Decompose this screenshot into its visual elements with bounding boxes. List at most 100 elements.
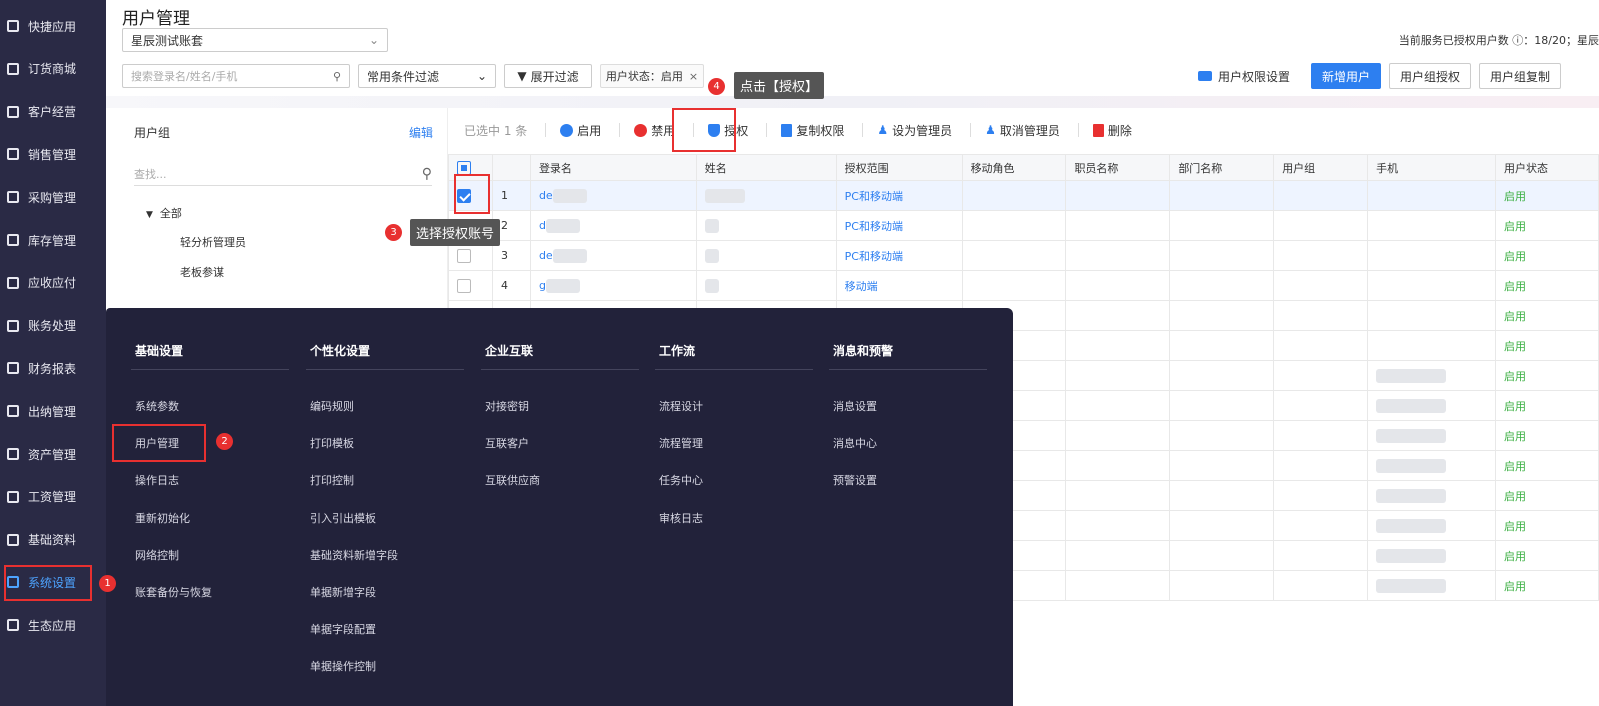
login-name[interactable]: de	[539, 249, 553, 262]
menu-item[interactable]: 互联供应商	[485, 472, 540, 488]
account-value: 星辰测试账套	[131, 33, 204, 48]
menu-item[interactable]: 重新初始化	[135, 510, 190, 526]
login-name-cell[interactable]: d	[529, 210, 697, 241]
row-checkbox[interactable]	[457, 278, 471, 293]
cancel-admin-button[interactable]: ♟ 取消管理员	[985, 122, 1060, 139]
menu-item[interactable]: 引入引出模板	[310, 510, 376, 526]
menu-item[interactable]: 流程管理	[659, 435, 703, 451]
menu-item[interactable]: 账套备份与恢复	[135, 584, 212, 600]
menu-item[interactable]: 任务中心	[659, 472, 703, 488]
menu-item[interactable]: 打印控制	[310, 472, 354, 488]
tree-node-all[interactable]: ▼ 全部	[146, 205, 182, 221]
sidebar-item[interactable]: 订货商城	[0, 49, 106, 89]
sidebar-item[interactable]: 基础资料	[0, 520, 106, 560]
column-header-name[interactable]: 姓名	[695, 154, 837, 181]
menu-item[interactable]: 预警设置	[833, 472, 877, 488]
menu-item[interactable]: 单据新增字段	[310, 584, 376, 600]
menu-item[interactable]: 流程设计	[659, 398, 703, 414]
table-row[interactable]: 3 de PC和移动端 启用	[448, 240, 1599, 271]
group-search-input[interactable]: 查找... ⚲	[134, 162, 432, 186]
menu-item[interactable]: 对接密钥	[485, 398, 529, 414]
login-name-cell[interactable]: g	[529, 270, 697, 301]
redacted-phone	[1376, 518, 1447, 533]
column-header-mobile-role[interactable]: 移动角色	[961, 154, 1067, 181]
document-icon	[781, 123, 793, 137]
user-plus-icon: ♟	[877, 123, 889, 137]
sidebar-item[interactable]: 账务处理	[0, 306, 106, 346]
disable-button[interactable]: 禁用	[634, 122, 675, 139]
phone-cell	[1367, 210, 1496, 241]
login-name-cell[interactable]: de	[529, 240, 697, 271]
menu-item[interactable]: 消息中心	[833, 435, 877, 451]
sidebar-item[interactable]: 快捷应用	[0, 6, 106, 46]
user-permission-settings-button[interactable]: 用户权限设置	[1198, 63, 1290, 89]
menu-item[interactable]: 消息设置	[833, 398, 877, 414]
group-copy-button[interactable]: 用户组复制	[1479, 63, 1561, 89]
login-name-cell[interactable]: de	[529, 180, 697, 211]
auth-scope-cell[interactable]: PC和移动端	[835, 210, 963, 241]
search-input[interactable]: 搜索登录名/姓名/手机 ⚲	[122, 64, 350, 88]
menu-item[interactable]: 操作日志	[135, 472, 179, 488]
divider	[481, 369, 639, 370]
status-filter-tag[interactable]: 用户状态：启用 ×	[600, 64, 704, 88]
close-icon[interactable]: ×	[689, 70, 698, 83]
login-name[interactable]: d	[539, 219, 546, 232]
column-header-group[interactable]: 用户组	[1273, 154, 1369, 181]
divider-band	[106, 96, 1599, 108]
sidebar-item[interactable]: 客户经营	[0, 92, 106, 132]
tree-node[interactable]: 老板参谋	[180, 264, 224, 280]
column-header-scope[interactable]: 授权范围	[835, 154, 963, 181]
sidebar-item[interactable]: 工资管理	[0, 477, 106, 517]
column-header-phone[interactable]: 手机	[1367, 154, 1496, 181]
auth-scope-cell[interactable]: 移动端	[835, 270, 963, 301]
sidebar-item[interactable]: 库存管理	[0, 220, 106, 260]
enable-button[interactable]: 启用	[560, 122, 601, 139]
sidebar-item[interactable]: 资产管理	[0, 434, 106, 474]
login-name[interactable]: g	[539, 279, 546, 292]
table-row[interactable]: 4 g 移动端 启用	[448, 270, 1599, 301]
column-header-dept[interactable]: 部门名称	[1169, 154, 1275, 181]
sidebar-item[interactable]: 出纳管理	[0, 391, 106, 431]
menu-item[interactable]: 审核日志	[659, 510, 703, 526]
column-header-login[interactable]: 登录名	[529, 154, 697, 181]
menu-item[interactable]: 编码规则	[310, 398, 354, 414]
menu-item[interactable]: 网络控制	[135, 547, 179, 563]
sidebar-item[interactable]: 采购管理	[0, 177, 106, 217]
menu-item[interactable]: 系统参数	[135, 398, 179, 414]
edit-group-link[interactable]: 编辑	[409, 124, 433, 141]
staff-name-cell	[1065, 180, 1171, 211]
group-authorize-button[interactable]: 用户组授权	[1389, 63, 1471, 89]
copy-permission-button[interactable]: 复制权限	[781, 122, 844, 139]
sidebar-item[interactable]: 应收应付	[0, 263, 106, 303]
row-number: 4	[491, 270, 531, 301]
menu-item[interactable]: 单据操作控制	[310, 658, 376, 674]
login-name[interactable]: de	[539, 189, 553, 202]
tree-node[interactable]: 轻分析管理员	[180, 234, 246, 250]
add-user-button[interactable]: 新增用户	[1311, 63, 1381, 89]
sidebar-item[interactable]: 生态应用	[0, 605, 106, 645]
sidebar-item-label: 应收应付	[28, 276, 77, 291]
set-admin-button[interactable]: ♟ 设为管理员	[877, 122, 952, 139]
menu-item[interactable]: 单据字段配置	[310, 621, 376, 637]
account-select[interactable]: 星辰测试账套 ⌄	[122, 28, 388, 52]
status-cell: 启用	[1495, 570, 1599, 601]
table-row[interactable]: 1 de PC和移动端 启用	[448, 180, 1599, 211]
table-row[interactable]: 2 d PC和移动端 启用	[448, 210, 1599, 241]
divider	[829, 369, 987, 370]
sidebar-item[interactable]: 财务报表	[0, 348, 106, 388]
menu-item[interactable]: 基础资料新增字段	[310, 547, 398, 563]
row-checkbox[interactable]	[457, 248, 471, 263]
auth-scope-cell[interactable]: PC和移动端	[835, 180, 963, 211]
filter-select[interactable]: 常用条件过滤 ⌄	[358, 64, 496, 88]
auth-scope-cell[interactable]: PC和移动端	[835, 240, 963, 271]
menu-item[interactable]: 互联客户	[485, 435, 529, 451]
row-select-cell[interactable]	[448, 270, 493, 301]
column-header-status[interactable]: 用户状态	[1495, 154, 1599, 181]
delete-button[interactable]: 删除	[1092, 122, 1132, 139]
expand-filter-button[interactable]: ▼ 展开过滤	[504, 64, 592, 88]
column-header-staff[interactable]: 职员名称	[1065, 154, 1171, 181]
name-cell	[695, 210, 837, 241]
select-all-checkbox[interactable]	[457, 160, 471, 175]
sidebar-item[interactable]: 销售管理	[0, 134, 106, 174]
menu-item[interactable]: 打印模板	[310, 435, 354, 451]
